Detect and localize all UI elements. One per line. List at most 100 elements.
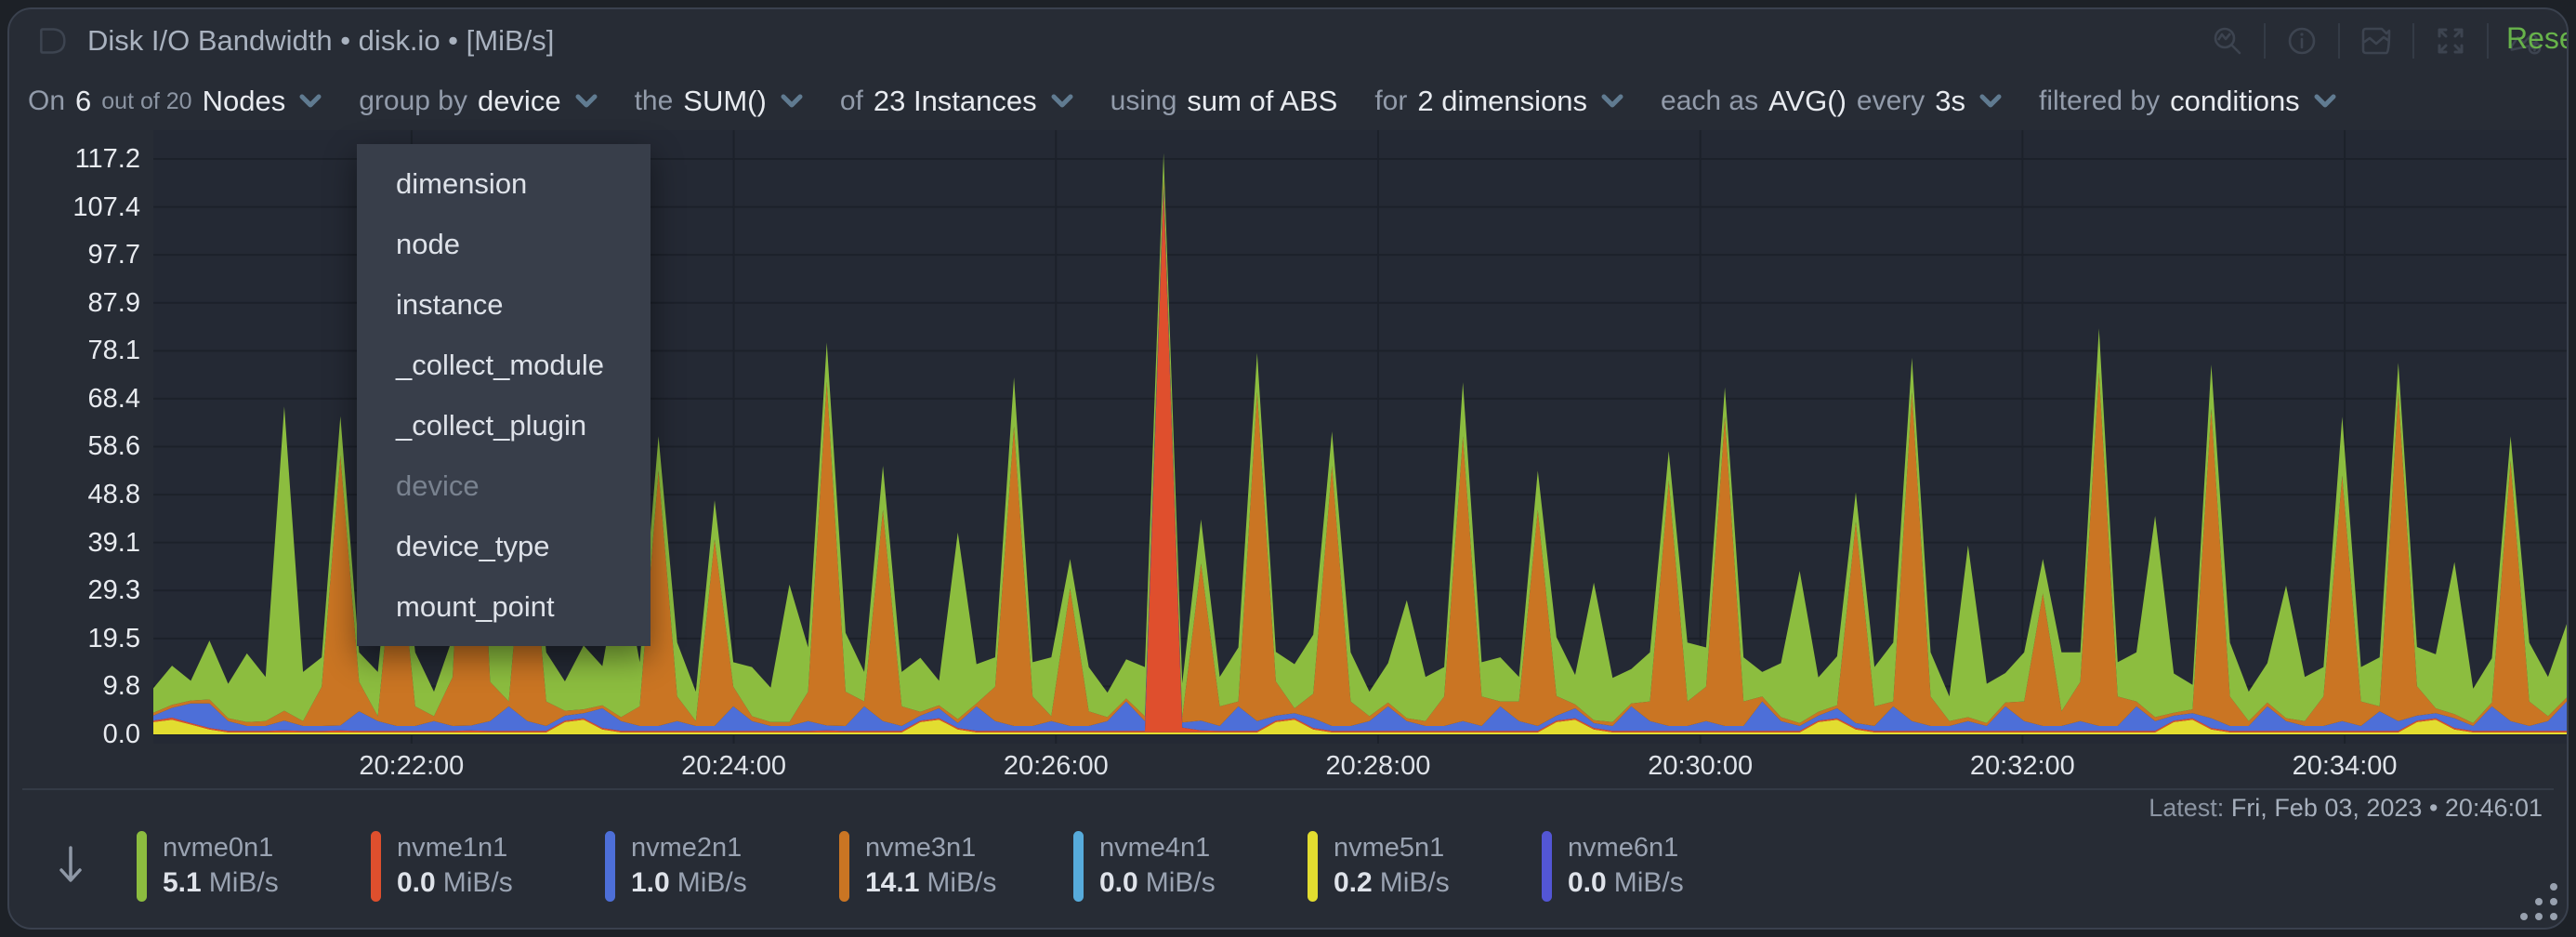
dropdown-item-_collect_module[interactable]: _collect_module bbox=[357, 335, 651, 395]
y-tick-label: 48.8 bbox=[88, 479, 140, 510]
area-chart-icon[interactable] bbox=[2359, 23, 2394, 59]
dropdown-item-dimension[interactable]: dimension bbox=[357, 153, 651, 214]
y-tick-label: 19.5 bbox=[88, 623, 140, 654]
time-aggregation-selector[interactable]: each as AVG() every 3s bbox=[1661, 85, 2002, 118]
legend-name: nvme3n1 bbox=[865, 831, 996, 864]
legend-item-nvme2n1[interactable]: nvme2n11.0MiB/s bbox=[605, 816, 839, 902]
header-toolbar-icons bbox=[2210, 23, 2543, 59]
y-axis: 117.2107.497.787.978.168.458.648.839.129… bbox=[9, 130, 153, 744]
reset-button-wrap: Reset bbox=[2506, 9, 2569, 67]
y-tick-label: 117.2 bbox=[75, 143, 140, 175]
legend-value: 0.0MiB/s bbox=[1099, 864, 1216, 902]
chevron-down-icon bbox=[296, 94, 322, 109]
reset-button[interactable]: Reset bbox=[2506, 21, 2569, 56]
time-aggregation-selector-text: every bbox=[1857, 86, 1925, 117]
resize-handle[interactable] bbox=[2520, 883, 2557, 920]
legend-item-nvme4n1[interactable]: nvme4n10.0MiB/s bbox=[1073, 816, 1308, 902]
y-tick-label: 78.1 bbox=[88, 335, 140, 366]
legend: nvme0n15.1MiB/snvme1n10.0MiB/snvme2n11.0… bbox=[9, 816, 2567, 920]
footer-divider bbox=[22, 788, 2554, 790]
x-tick-label: 20:24:00 bbox=[681, 751, 786, 782]
nodes-selector-text: Nodes bbox=[203, 85, 286, 118]
legend-value: 1.0MiB/s bbox=[631, 864, 747, 902]
x-tick-label: 20:30:00 bbox=[1648, 751, 1753, 782]
icon-divider bbox=[2264, 23, 2266, 59]
chevron-down-icon bbox=[572, 94, 598, 109]
aggregation-selector-text: the bbox=[635, 86, 674, 117]
legend-color-bar bbox=[371, 831, 381, 902]
legend-value: 5.1MiB/s bbox=[163, 864, 279, 902]
legend-item-nvme5n1[interactable]: nvme5n10.2MiB/s bbox=[1308, 816, 1542, 902]
icon-divider bbox=[2412, 23, 2414, 59]
group-by-dropdown: dimensionnodeinstance_collect_module_col… bbox=[357, 144, 651, 646]
arrow-down-icon bbox=[57, 844, 85, 885]
y-tick-label: 0.0 bbox=[103, 719, 140, 750]
info-icon[interactable] bbox=[2284, 23, 2320, 59]
legend-color-bar bbox=[839, 831, 849, 902]
abs-indicator-text: sum of ABS bbox=[1187, 85, 1337, 118]
zoom-icon[interactable] bbox=[2210, 23, 2245, 59]
legend-sort-button[interactable] bbox=[50, 837, 91, 892]
aggregation-selector[interactable]: the SUM() bbox=[635, 85, 803, 118]
y-tick-label: 87.9 bbox=[88, 287, 140, 319]
legend-item-nvme1n1[interactable]: nvme1n10.0MiB/s bbox=[371, 816, 605, 902]
y-tick-label: 58.6 bbox=[88, 430, 140, 462]
chart-title: Disk I/O Bandwidth • disk.io • [MiB/s] bbox=[87, 24, 554, 58]
y-tick-label: 9.8 bbox=[103, 670, 140, 702]
dimensions-selector-text: for bbox=[1374, 86, 1407, 117]
abs-indicator[interactable]: using sum of ABS bbox=[1111, 85, 1338, 118]
legend-color-bar bbox=[1542, 831, 1552, 902]
legend-value: 0.0MiB/s bbox=[1568, 864, 1684, 902]
x-tick-label: 20:34:00 bbox=[2293, 751, 2398, 782]
chart-logo-icon bbox=[33, 22, 71, 59]
legend-color-bar bbox=[605, 831, 615, 902]
legend-item-nvme3n1[interactable]: nvme3n114.1MiB/s bbox=[839, 816, 1073, 902]
filter-selector-text: conditions bbox=[2170, 85, 2300, 118]
legend-item-nvme0n1[interactable]: nvme0n15.1MiB/s bbox=[137, 816, 371, 902]
x-tick-label: 20:26:00 bbox=[1004, 751, 1109, 782]
nodes-selector[interactable]: On 6 out of 20 Nodes bbox=[28, 85, 322, 118]
fullscreen-icon[interactable] bbox=[2433, 23, 2468, 59]
filter-selector-text: filtered by bbox=[2039, 86, 2160, 117]
legend-color-bar bbox=[137, 831, 147, 902]
legend-name: nvme4n1 bbox=[1099, 831, 1216, 864]
legend-color-bar bbox=[1308, 831, 1318, 902]
legend-value: 14.1MiB/s bbox=[865, 864, 996, 902]
chart-toolbar: On 6 out of 20 Nodes group by device the SUM() o… bbox=[9, 73, 2567, 130]
time-aggregation-selector-text: AVG() bbox=[1768, 85, 1847, 118]
dropdown-item-instance[interactable]: instance bbox=[357, 274, 651, 335]
legend-value: 0.2MiB/s bbox=[1334, 864, 1450, 902]
legend-name: nvme6n1 bbox=[1568, 831, 1684, 864]
instances-selector-text: of bbox=[840, 86, 863, 117]
instances-selector[interactable]: of 23 Instances bbox=[840, 85, 1073, 118]
time-aggregation-selector-text: each as bbox=[1661, 86, 1758, 117]
legend-name: nvme5n1 bbox=[1334, 831, 1450, 864]
filter-selector[interactable]: filtered by conditions bbox=[2039, 85, 2336, 118]
chevron-down-icon bbox=[1976, 94, 2002, 109]
legend-item-nvme6n1[interactable]: nvme6n10.0MiB/s bbox=[1542, 816, 1776, 902]
nodes-selector-text: On bbox=[28, 86, 65, 117]
nodes-selector-text: out of 20 bbox=[101, 88, 191, 115]
aggregation-selector-text: SUM() bbox=[683, 85, 767, 118]
group-by-selector[interactable]: group by device bbox=[359, 85, 597, 118]
dropdown-item-device_type[interactable]: device_type bbox=[357, 516, 651, 576]
dropdown-item-_collect_plugin[interactable]: _collect_plugin bbox=[357, 395, 651, 455]
instances-selector-text: 23 Instances bbox=[874, 85, 1037, 118]
legend-name: nvme0n1 bbox=[163, 831, 279, 864]
dimensions-selector[interactable]: for2 dimensions bbox=[1374, 85, 1623, 118]
dropdown-item-mount_point[interactable]: mount_point bbox=[357, 576, 651, 637]
y-tick-label: 97.7 bbox=[88, 239, 140, 271]
dropdown-item-node[interactable]: node bbox=[357, 214, 651, 274]
chevron-down-icon bbox=[777, 94, 803, 109]
y-tick-label: 68.4 bbox=[88, 383, 140, 415]
legend-items: nvme0n15.1MiB/snvme1n10.0MiB/snvme2n11.0… bbox=[137, 816, 1776, 902]
abs-indicator-text: using bbox=[1111, 86, 1177, 117]
group-by-selector-text: group by bbox=[359, 86, 467, 117]
chart-header: Disk I/O Bandwidth • disk.io • [MiB/s] bbox=[9, 9, 2567, 73]
time-aggregation-selector-text: 3s bbox=[1935, 85, 1965, 118]
legend-color-bar bbox=[1073, 831, 1084, 902]
x-tick-label: 20:32:00 bbox=[1970, 751, 2075, 782]
nodes-selector-text: 6 bbox=[75, 85, 91, 118]
chevron-down-icon bbox=[1047, 94, 1073, 109]
group-by-selector-text: device bbox=[478, 85, 561, 118]
